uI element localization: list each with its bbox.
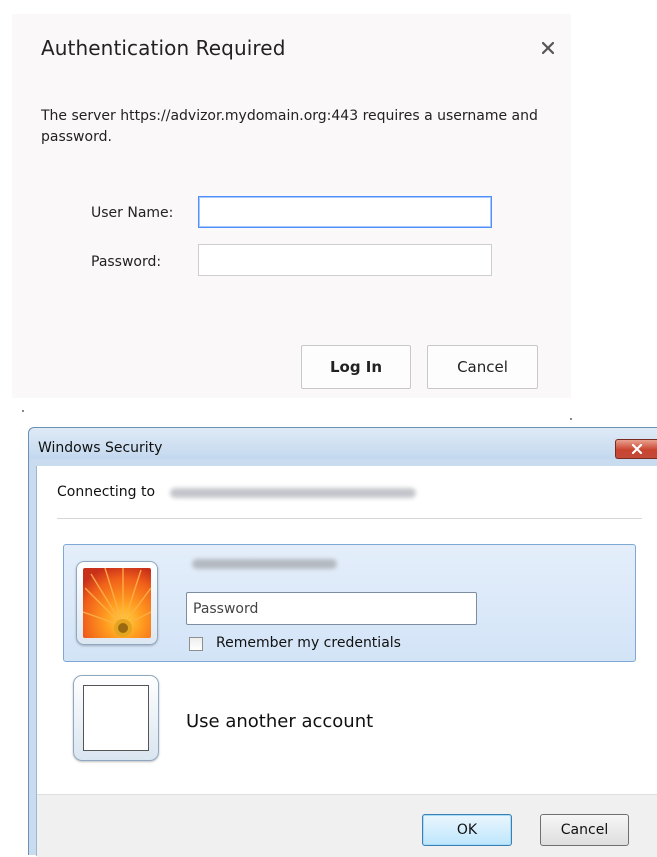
close-icon[interactable] bbox=[540, 40, 556, 56]
remember-credentials-label[interactable]: Remember my credentials bbox=[216, 635, 401, 651]
blank-user-icon bbox=[73, 675, 159, 761]
username-label: User Name: bbox=[91, 205, 174, 221]
dialog-title: Windows Security bbox=[38, 440, 163, 456]
avatar bbox=[76, 561, 158, 645]
close-icon bbox=[631, 444, 643, 454]
dialog-body: Connecting to Remember my credentials Us… bbox=[36, 466, 657, 857]
button-bar: OK Cancel bbox=[37, 794, 657, 857]
cancel-button[interactable]: Cancel bbox=[540, 814, 629, 846]
auth-message: The server https://advizor.mydomain.org:… bbox=[41, 108, 538, 145]
windows-security-dialog: Windows Security Connecting to Remember … bbox=[28, 427, 657, 857]
cancel-button[interactable]: Cancel bbox=[427, 345, 538, 389]
divider bbox=[57, 518, 642, 519]
password-label: Password: bbox=[91, 254, 162, 270]
log-in-button[interactable]: Log In bbox=[301, 345, 411, 389]
divider-dot bbox=[570, 418, 572, 420]
password-input[interactable] bbox=[186, 592, 477, 625]
password-input[interactable] bbox=[198, 244, 492, 276]
auth-required-dialog: Authentication Required The server https… bbox=[0, 0, 571, 412]
remember-credentials-checkbox[interactable] bbox=[189, 637, 203, 651]
orange-flower-avatar-icon bbox=[83, 568, 151, 638]
redacted-server-name bbox=[170, 488, 416, 498]
close-button[interactable] bbox=[615, 439, 657, 459]
use-another-account-label: Use another account bbox=[186, 711, 374, 732]
ok-button[interactable]: OK bbox=[422, 814, 512, 846]
username-input[interactable] bbox=[198, 196, 492, 228]
redacted-username bbox=[192, 559, 337, 569]
auth-dialog-panel: Authentication Required The server https… bbox=[12, 14, 571, 398]
use-another-account-tile[interactable]: Use another account bbox=[63, 672, 636, 782]
title-bar[interactable]: Windows Security bbox=[29, 428, 657, 459]
blank-user-frame bbox=[83, 685, 149, 751]
divider-dot bbox=[22, 410, 24, 412]
connecting-label: Connecting to bbox=[57, 484, 156, 500]
auth-dialog-title: Authentication Required bbox=[41, 36, 286, 60]
credential-tile[interactable]: Remember my credentials bbox=[63, 544, 636, 662]
